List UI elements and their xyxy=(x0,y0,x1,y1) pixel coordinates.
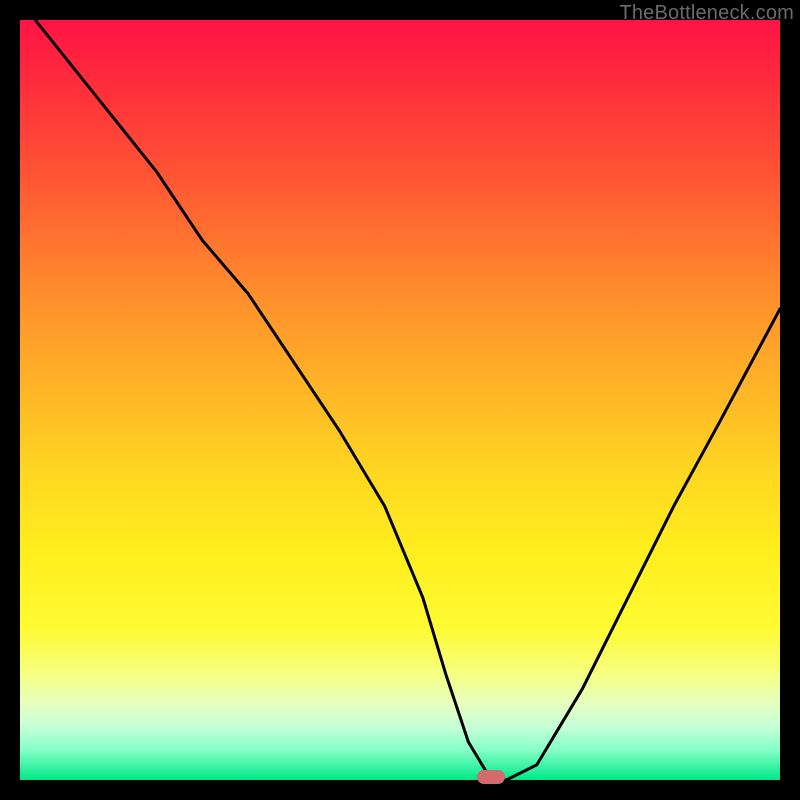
bottleneck-curve xyxy=(20,20,780,780)
chart-frame: TheBottleneck.com xyxy=(0,0,800,800)
plot-area xyxy=(20,20,780,780)
optimal-point-marker xyxy=(477,770,505,784)
